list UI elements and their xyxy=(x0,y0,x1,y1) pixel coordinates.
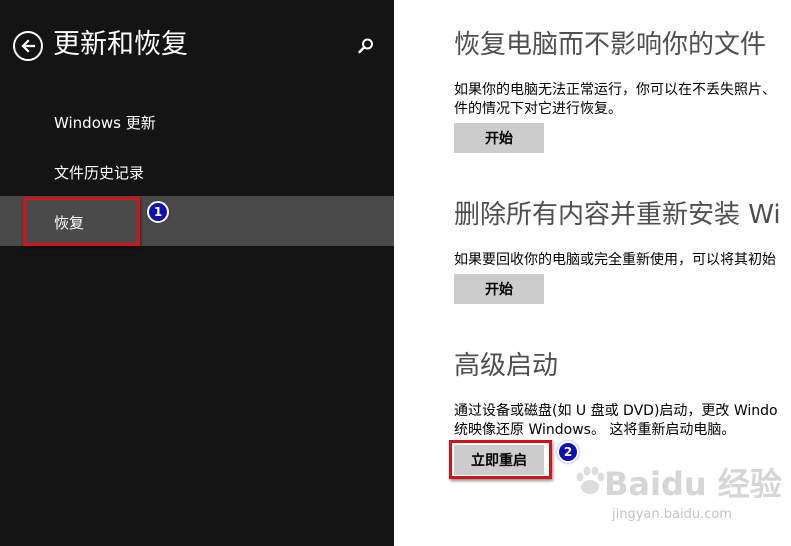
section-desc-refresh-line1: 如果你的电脑无法正常运行，你可以在不丢失照片、 xyxy=(454,82,776,98)
section-desc-advanced-line1: 通过设备或磁盘(如 U 盘或 DVD)启动，更改 Windo xyxy=(454,403,778,419)
navigation-pane: 更新和恢复 Windows 更新 文件历史记录 恢复 xyxy=(0,0,394,546)
nav-item-file-history[interactable]: 文件历史记录 xyxy=(0,146,394,196)
highlight-box-restart xyxy=(449,440,552,479)
section-desc-advanced-line2: 统映像还原 Windows。 这将重新启动电脑。 xyxy=(454,422,736,438)
nav-item-label: Windows 更新 xyxy=(54,114,156,132)
search-icon[interactable] xyxy=(357,37,375,55)
nav-item-label: 文件历史记录 xyxy=(54,164,145,182)
step-badge-1: 1 xyxy=(147,201,169,223)
section-title-refresh: 恢复电脑而不影响你的文件 xyxy=(454,30,767,60)
back-arrow-icon xyxy=(21,39,36,53)
reset-start-button[interactable]: 开始 xyxy=(454,274,544,304)
back-button[interactable] xyxy=(13,31,43,61)
section-title-reset: 删除所有内容并重新安装 Wi xyxy=(454,200,781,230)
refresh-start-button[interactable]: 开始 xyxy=(454,123,544,153)
highlight-box-recovery xyxy=(23,197,140,246)
step-badge-2: 2 xyxy=(557,441,579,463)
section-desc-reset-line1: 如果要回收你的电脑或完全重新使用，可以将其初始 xyxy=(454,252,776,268)
section-desc-refresh-line2: 件的情况下对它进行恢复。 xyxy=(454,101,622,117)
nav-item-windows-update[interactable]: Windows 更新 xyxy=(0,96,394,146)
page-title: 更新和恢复 xyxy=(53,29,188,60)
section-title-advanced-startup: 高级启动 xyxy=(454,351,559,381)
